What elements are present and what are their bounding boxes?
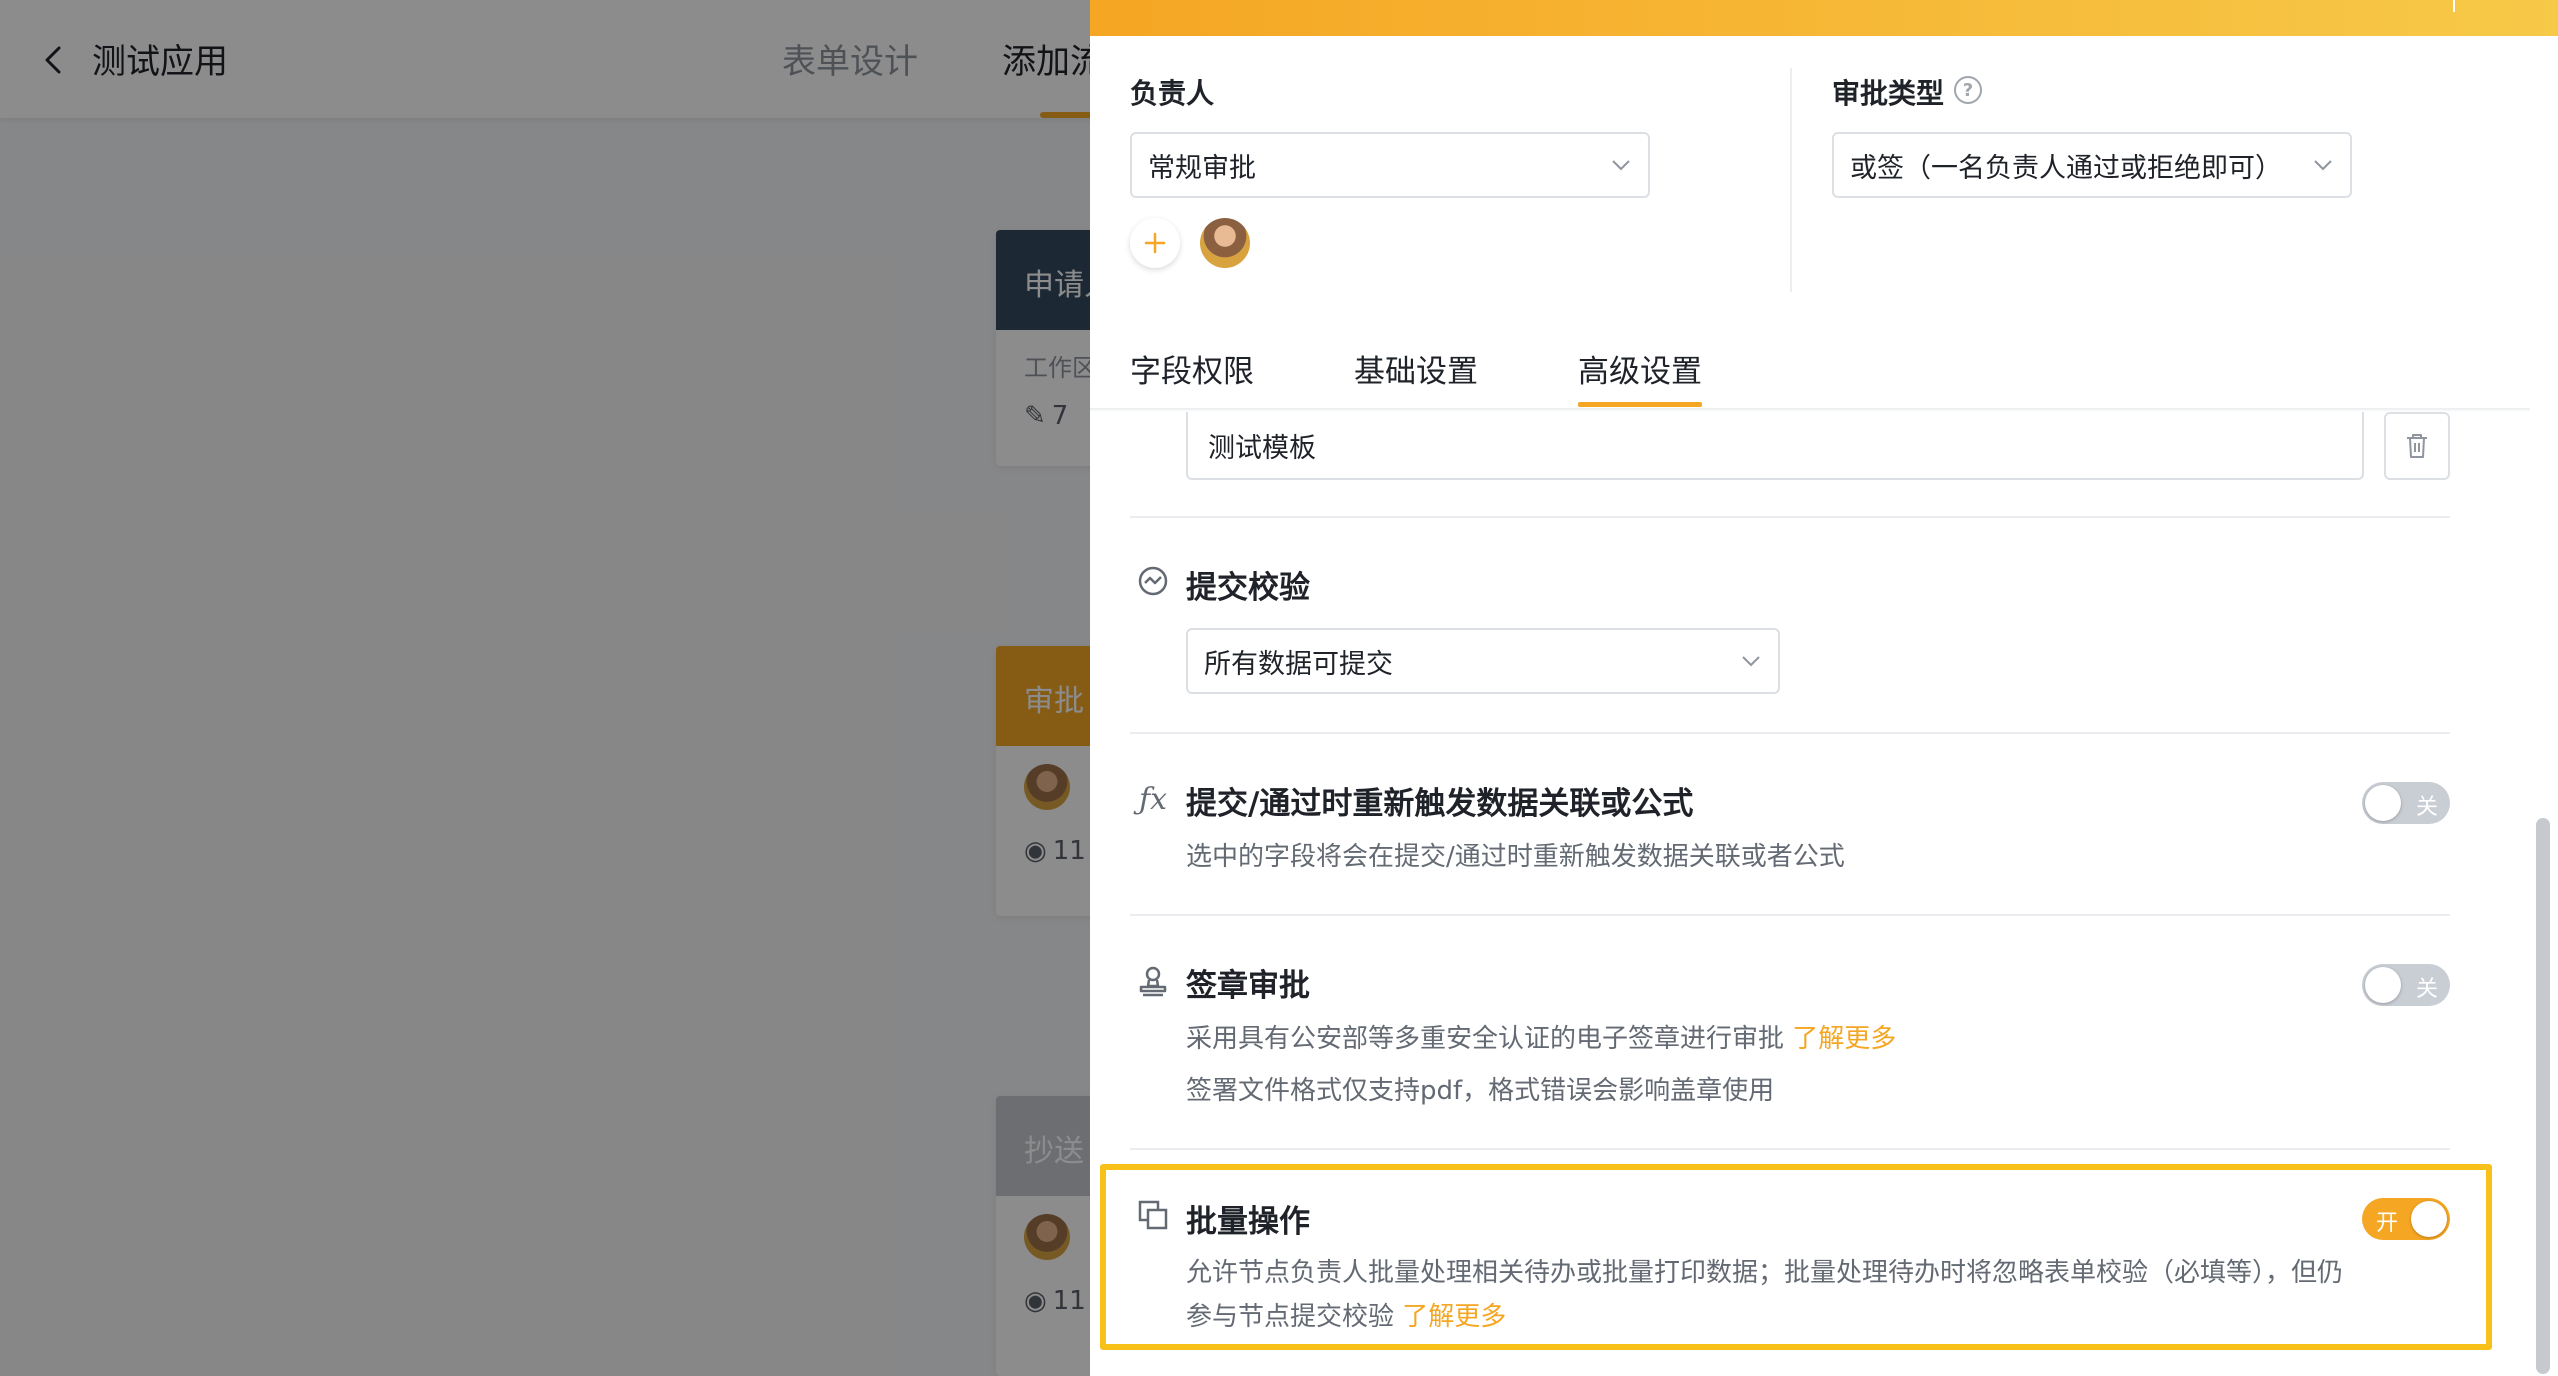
batch-operation-description: 允许节点负责人批量处理相关待办或批量打印数据；批量处理待办时将忽略表单校验（必填…: [1186, 1258, 2344, 1288]
column-divider: [1790, 68, 1792, 292]
submit-check-value: 所有数据可提交: [1204, 648, 1393, 680]
approval-type-select[interactable]: 或签（一名负责人通过或拒绝即可）: [1832, 132, 2352, 198]
batch-operation-title: 批量操作: [1186, 1204, 1310, 1240]
tab-field-permissions[interactable]: 字段权限: [1130, 346, 1254, 391]
header-divider: [2453, 0, 2455, 12]
template-input[interactable]: 测试模板: [1186, 412, 2364, 480]
batch-operation-description-2: 参与节点提交校验 了解更多: [1186, 1302, 1507, 1332]
owner-label: 负责人: [1130, 77, 1215, 110]
approval-type-label: 审批类型: [1832, 77, 1945, 110]
drawer-header-bar: [1090, 0, 2558, 36]
learn-more-link[interactable]: 了解更多: [1792, 1024, 1896, 1054]
submit-check-select[interactable]: 所有数据可提交: [1186, 628, 1780, 694]
retrigger-title: 提交/通过时重新触发数据关联或公式: [1186, 786, 1694, 822]
active-sub-tab-underline: [1578, 402, 1702, 407]
tab-advanced-settings[interactable]: 高级设置: [1578, 346, 1702, 391]
seal-approval-description: 采用具有公安部等多重安全认证的电子签章进行审批 了解更多: [1186, 1024, 1897, 1054]
formula-icon: ƒx: [1138, 781, 1168, 817]
retrigger-description: 选中的字段将会在提交/通过时重新触发数据关联或者公式: [1186, 842, 1845, 872]
seal-approval-toggle[interactable]: 关: [2362, 964, 2450, 1006]
trash-icon: [2407, 434, 2427, 458]
node-settings-drawer: 负责人 常规审批 审批类型 ? 或签（一名负责人通过或拒绝即可） 字段权限 基础…: [1090, 0, 2558, 1376]
submit-check-title: 提交校验: [1186, 570, 1310, 606]
chevron-down-icon: [1740, 650, 1762, 672]
divider: [1130, 914, 2450, 916]
submit-check-icon: [1136, 564, 1170, 598]
divider: [1130, 1148, 2450, 1150]
seal-format-note: 签署文件格式仅支持pdf，格式错误会影响盖章使用: [1186, 1076, 1775, 1106]
stamp-icon: [1136, 964, 1170, 998]
scrollbar-thumb[interactable]: [2536, 818, 2550, 1374]
retrigger-toggle[interactable]: 关: [2362, 782, 2450, 824]
help-icon[interactable]: ?: [1954, 76, 1982, 104]
divider: [1130, 516, 2450, 518]
tab-basic-settings[interactable]: 基础设置: [1354, 346, 1478, 391]
batch-operation-toggle[interactable]: 开: [2362, 1198, 2450, 1240]
chevron-down-icon: [1610, 154, 1632, 176]
toggle-knob: [2365, 967, 2401, 1003]
approval-type-value: 或签（一名负责人通过或拒绝即可）: [1850, 152, 2282, 184]
seal-approval-title: 签章审批: [1186, 968, 1310, 1004]
owner-select-value: 常规审批: [1148, 152, 1256, 184]
owner-select[interactable]: 常规审批: [1130, 132, 1650, 198]
add-owner-button[interactable]: [1130, 218, 1180, 268]
toggle-knob: [2411, 1201, 2447, 1237]
divider: [1130, 732, 2450, 734]
chevron-down-icon: [2312, 154, 2334, 176]
delete-template-button[interactable]: [2384, 412, 2450, 480]
copy-icon: [1136, 1198, 1170, 1232]
plus-icon: [1144, 232, 1166, 254]
avatar[interactable]: [1200, 218, 1250, 268]
learn-more-link[interactable]: 了解更多: [1402, 1302, 1506, 1332]
toggle-knob: [2365, 785, 2401, 821]
